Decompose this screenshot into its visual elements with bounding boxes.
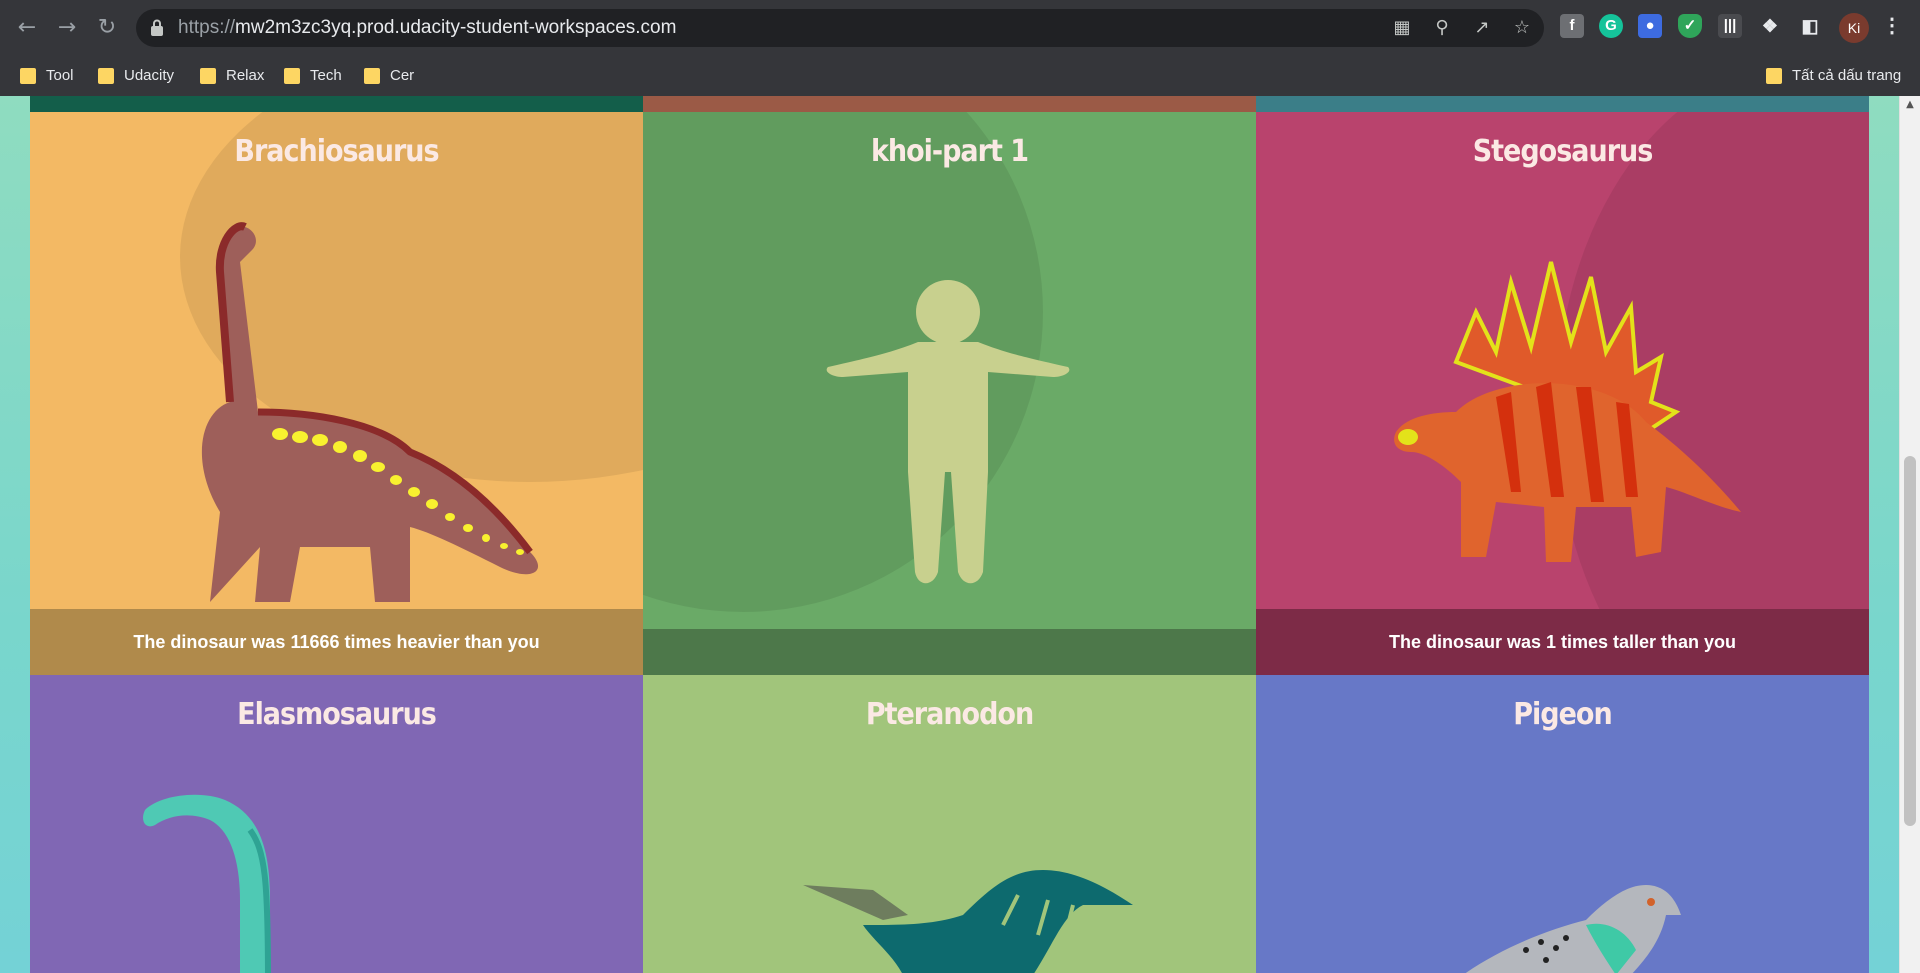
fact-banner: The dinosaur was 1 times taller than you xyxy=(1256,609,1869,675)
tile-strip xyxy=(643,96,1256,112)
grammarly-extension-icon[interactable]: G xyxy=(1599,14,1623,38)
back-icon[interactable]: ← xyxy=(12,13,42,43)
lock-icon[interactable] xyxy=(150,19,164,37)
brachiosaurus-image xyxy=(201,222,539,602)
stegosaurus-image xyxy=(1394,261,1741,562)
extensions-icon[interactable]: ❖ xyxy=(1758,14,1782,38)
tile-title: Pigeon xyxy=(1513,697,1612,732)
star-icon[interactable]: ☆ xyxy=(1510,16,1534,40)
tile-elasmosaurus: Elasmosaurus xyxy=(30,675,643,973)
tab-extension-icon[interactable]: ● xyxy=(1638,14,1662,38)
tile-title: Brachiosaurus xyxy=(234,134,439,169)
share-icon[interactable]: ↗ xyxy=(1470,16,1494,40)
shield-extension-icon[interactable]: ✓ xyxy=(1678,14,1702,38)
bookmark-cer[interactable]: Cer xyxy=(364,56,414,96)
fact-banner: The dinosaur was 11666 times heavier tha… xyxy=(30,609,643,675)
tile-pteranodon: Pteranodon xyxy=(643,675,1256,973)
fact-banner xyxy=(643,629,1256,675)
elasmosaurus-image xyxy=(143,794,271,973)
menu-icon[interactable]: ⋮ xyxy=(1880,14,1904,38)
bookmarks-bar: Tool Udacity Relax Tech Cer Tất cả dấu t… xyxy=(0,56,1920,96)
profile-avatar[interactable]: Ki xyxy=(1839,13,1869,43)
pteranodon-image xyxy=(803,870,1133,973)
translate-icon[interactable]: ▦ xyxy=(1390,16,1414,40)
scrollbar-thumb[interactable] xyxy=(1904,456,1916,826)
folder-icon xyxy=(284,68,300,84)
side-panel-icon[interactable]: ◧ xyxy=(1798,14,1822,38)
tile-title: Pteranodon xyxy=(865,697,1034,732)
tile-title: khoi-part 1 xyxy=(870,134,1029,169)
bookmark-relax[interactable]: Relax xyxy=(200,56,264,96)
tile-brachiosaurus: Brachiosaurus The dinosaur was 11666 tim… xyxy=(30,112,643,675)
folder-icon xyxy=(200,68,216,84)
tile-human: khoi-part 1 xyxy=(643,112,1256,675)
url-text[interactable]: https://mw2m3zc3yq.prod.udacity-student-… xyxy=(178,9,676,47)
page-scrollbar[interactable]: ▲ xyxy=(1899,96,1920,973)
folder-icon xyxy=(98,68,114,84)
tile-strip xyxy=(1256,96,1869,112)
tile-strip xyxy=(30,96,643,112)
bookmark-tech[interactable]: Tech xyxy=(284,56,342,96)
tile-title: Elasmosaurus xyxy=(237,697,437,732)
scroll-up-icon[interactable]: ▲ xyxy=(1900,96,1920,114)
folder-icon xyxy=(364,68,380,84)
bookmark-udacity[interactable]: Udacity xyxy=(98,56,174,96)
tile-title: Stegosaurus xyxy=(1472,134,1654,169)
human-silhouette-image xyxy=(826,280,1070,584)
barcode-extension-icon[interactable]: ||| xyxy=(1718,14,1742,38)
folder-icon xyxy=(1766,68,1782,84)
page-viewport: Brachiosaurus The dinosaur was 11666 tim… xyxy=(0,96,1920,973)
forward-icon[interactable]: → xyxy=(52,13,82,43)
browser-toolbar: ← → ↻ https://mw2m3zc3yq.prod.udacity-st… xyxy=(0,0,1920,56)
tile-pigeon: Pigeon xyxy=(1256,675,1869,973)
facebook-extension-icon[interactable]: f xyxy=(1560,14,1584,38)
reload-icon[interactable]: ↻ xyxy=(92,13,122,43)
tile-stegosaurus: Stegosaurus The dinosaur was 1 times tal… xyxy=(1256,112,1869,675)
address-bar[interactable]: https://mw2m3zc3yq.prod.udacity-student-… xyxy=(136,9,1544,47)
all-bookmarks[interactable]: Tất cả dấu trang xyxy=(1766,56,1901,96)
bookmark-tool[interactable]: Tool xyxy=(20,56,74,96)
folder-icon xyxy=(20,68,36,84)
pigeon-image xyxy=(1465,885,1681,973)
zoom-icon[interactable]: ⚲ xyxy=(1430,16,1454,40)
